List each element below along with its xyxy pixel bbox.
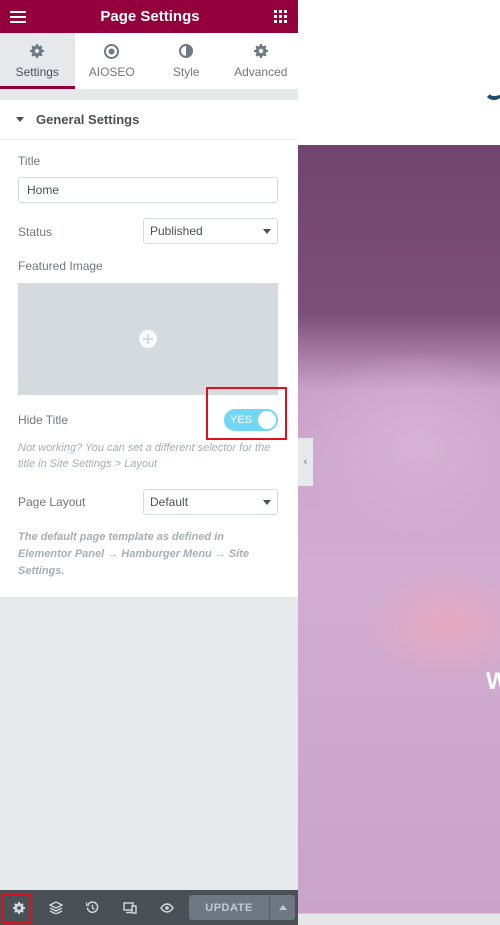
page-layout-select[interactable]: Default bbox=[143, 489, 278, 515]
aioseo-icon bbox=[104, 43, 120, 59]
add-image-icon bbox=[139, 330, 157, 348]
chevron-left-icon: ‹ bbox=[303, 456, 308, 468]
featured-image-picker[interactable] bbox=[18, 283, 278, 395]
page-preview: W bbox=[298, 0, 500, 925]
widgets-grid-icon[interactable] bbox=[273, 9, 288, 24]
footer-highlight-box bbox=[2, 893, 32, 923]
highlight-box bbox=[206, 387, 287, 440]
hide-title-note: Not working? You can set a different sel… bbox=[18, 442, 271, 470]
devices-icon bbox=[122, 901, 137, 914]
footer-settings-button[interactable] bbox=[0, 890, 37, 925]
preview-button[interactable] bbox=[148, 890, 185, 925]
tab-label: Settings bbox=[15, 64, 59, 79]
title-label: Title bbox=[18, 154, 41, 168]
history-icon bbox=[86, 901, 99, 914]
caret-down-icon bbox=[16, 117, 24, 122]
featured-image-label: Featured Image bbox=[18, 259, 103, 273]
layout-value: Default bbox=[150, 495, 189, 509]
eye-icon bbox=[159, 902, 174, 913]
status-label: Status bbox=[18, 225, 53, 239]
tab-style[interactable]: Style bbox=[149, 33, 224, 89]
responsive-mode-button[interactable] bbox=[111, 890, 148, 925]
panel-footer: UPDATE bbox=[0, 890, 298, 925]
hero-image bbox=[298, 145, 500, 913]
tab-aioseo[interactable]: AIOSEO bbox=[75, 33, 150, 89]
update-button[interactable]: UPDATE bbox=[189, 895, 269, 920]
update-options-button[interactable] bbox=[269, 895, 295, 920]
page-layout-label: Page Layout bbox=[18, 495, 86, 509]
tab-settings[interactable]: Settings bbox=[0, 33, 75, 89]
hamburger-menu-icon[interactable] bbox=[10, 10, 26, 23]
title-input[interactable] bbox=[18, 177, 278, 203]
section-title: General Settings bbox=[36, 112, 140, 127]
editor-panel: Page Settings Settings AIOSEO Style Adva… bbox=[0, 0, 298, 925]
chevron-down-icon bbox=[263, 499, 271, 505]
gear-icon bbox=[253, 44, 268, 59]
history-button[interactable] bbox=[74, 890, 111, 925]
status-select[interactable]: Published bbox=[143, 218, 278, 244]
collapse-panel-button[interactable]: ‹ bbox=[298, 438, 313, 486]
page-layout-note: The default page template as defined in … bbox=[18, 531, 250, 577]
tab-advanced[interactable]: Advanced bbox=[224, 33, 299, 89]
panel-header: Page Settings bbox=[0, 0, 298, 33]
caret-up-icon bbox=[278, 905, 287, 910]
tab-label: AIOSEO bbox=[88, 64, 135, 79]
navigator-button[interactable] bbox=[37, 890, 74, 925]
chevron-down-icon bbox=[263, 228, 271, 234]
half-circle-icon bbox=[179, 44, 194, 59]
tab-label: Style bbox=[172, 64, 200, 79]
panel-title: Page Settings bbox=[100, 8, 200, 25]
layers-icon bbox=[48, 901, 63, 914]
status-value: Published bbox=[150, 224, 203, 238]
gear-icon bbox=[30, 44, 45, 59]
panel-tabs: Settings AIOSEO Style Advanced bbox=[0, 33, 298, 90]
logo-fragment bbox=[484, 60, 500, 100]
tab-label: Advanced bbox=[234, 64, 288, 79]
horizontal-scrollbar[interactable] bbox=[298, 913, 500, 925]
hide-title-label: Hide Title bbox=[18, 413, 69, 427]
section-toggle-general-settings[interactable]: General Settings bbox=[0, 100, 298, 140]
hero-heading: W bbox=[486, 668, 500, 695]
